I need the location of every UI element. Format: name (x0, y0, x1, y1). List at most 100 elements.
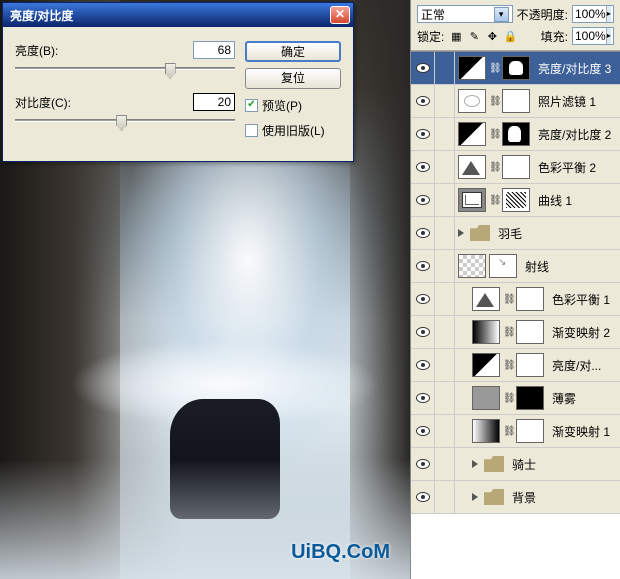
brightness-label: 亮度(B): (15, 42, 85, 59)
contrast-slider[interactable] (15, 115, 235, 135)
layer-row[interactable]: ⛓ 亮度/对... (411, 349, 620, 382)
chevron-down-icon: ▾ (494, 7, 509, 22)
eye-icon (416, 459, 430, 469)
contrast-input[interactable] (193, 93, 235, 111)
watermark: UiBQ.CoM (291, 541, 390, 564)
link-icon: ⛓ (489, 96, 499, 107)
ok-button[interactable]: 确定 (245, 41, 341, 62)
link-col (435, 316, 455, 348)
layer-row[interactable]: ⛓渐变映射 2 (411, 316, 620, 349)
link-icon: ⛓ (503, 360, 513, 371)
link-col (435, 118, 455, 150)
layer-name: 薄雾 (547, 390, 576, 407)
brightness-slider[interactable] (15, 63, 235, 83)
layer-name: 亮度/对比度 3 (533, 60, 611, 77)
expand-icon[interactable] (472, 460, 478, 468)
brightness-input[interactable] (193, 41, 235, 59)
layer-name: 渐变映射 1 (547, 423, 610, 440)
layer-name: 亮度/对比度 2 (533, 126, 611, 143)
link-col (435, 283, 455, 315)
layer-row[interactable]: ↘射线 (411, 250, 620, 283)
link-col (435, 184, 455, 216)
link-col (435, 52, 455, 84)
eye-icon (416, 360, 430, 370)
visibility-toggle[interactable] (411, 85, 435, 117)
visibility-toggle[interactable] (411, 448, 435, 480)
link-col (435, 85, 455, 117)
visibility-toggle[interactable] (411, 52, 435, 84)
visibility-toggle[interactable] (411, 481, 435, 513)
lock-label: 锁定: (417, 28, 444, 45)
layer-name: 亮度/对... (547, 357, 601, 374)
eye-icon (416, 294, 430, 304)
blend-mode-value: 正常 (421, 6, 445, 23)
preview-label: 预览(P) (262, 97, 302, 114)
eye-icon (416, 393, 430, 403)
lock-position-icon[interactable]: ✥ (484, 28, 500, 44)
layer-row[interactable]: 背景 (411, 481, 620, 514)
close-icon[interactable]: ✕ (330, 6, 350, 24)
layer-row[interactable]: ⛓亮度/对比度 3 (411, 52, 620, 85)
layer-row[interactable]: 骑士 (411, 448, 620, 481)
lock-transparency-icon[interactable]: ▦ (448, 28, 464, 44)
lock-buttons: ▦ ✎ ✥ 🔒 (448, 28, 518, 44)
opacity-input[interactable]: 100% ▸ (572, 5, 614, 23)
layers-panel: 正常 ▾ 不透明度: 100% ▸ 锁定: ▦ ✎ ✥ 🔒 填充: 100% ▸ (410, 0, 620, 579)
lock-all-icon[interactable]: 🔒 (502, 28, 518, 44)
layer-row[interactable]: 羽毛 (411, 217, 620, 250)
layer-name: 背景 (507, 489, 536, 506)
lock-pixels-icon[interactable]: ✎ (466, 28, 482, 44)
link-icon: ⛓ (489, 195, 499, 206)
visibility-toggle[interactable] (411, 184, 435, 216)
link-col (435, 217, 455, 249)
link-col (435, 151, 455, 183)
eye-icon (416, 63, 430, 73)
legacy-checkbox[interactable]: 使用旧版(L) (245, 122, 341, 139)
eye-icon (416, 195, 430, 205)
link-col (435, 349, 455, 381)
contrast-thumb[interactable] (116, 115, 127, 131)
preview-checkbox[interactable]: ✔ 预览(P) (245, 97, 341, 114)
eye-icon (416, 426, 430, 436)
expand-icon[interactable] (458, 229, 464, 237)
contrast-label: 对比度(C): (15, 94, 85, 111)
visibility-toggle[interactable] (411, 349, 435, 381)
brightness-thumb[interactable] (165, 63, 176, 79)
layer-name: 射线 (520, 258, 549, 275)
visibility-toggle[interactable] (411, 316, 435, 348)
layer-row[interactable]: ⛓ 照片滤镜 1 (411, 85, 620, 118)
visibility-toggle[interactable] (411, 151, 435, 183)
visibility-toggle[interactable] (411, 118, 435, 150)
eye-icon (416, 492, 430, 502)
reset-button[interactable]: 复位 (245, 68, 341, 89)
link-col (435, 250, 455, 282)
layer-row[interactable]: ⛓渐变映射 1 (411, 415, 620, 448)
chevron-right-icon: ▸ (606, 6, 611, 22)
dialog-title: 亮度/对比度 (6, 7, 330, 24)
eye-icon (416, 96, 430, 106)
check-icon: ✔ (245, 99, 258, 112)
link-col (435, 448, 455, 480)
visibility-toggle[interactable] (411, 283, 435, 315)
link-icon: ⛓ (503, 294, 513, 305)
fill-input[interactable]: 100% ▸ (572, 27, 614, 45)
layer-name: 照片滤镜 1 (533, 93, 596, 110)
layer-row[interactable]: ⛓色彩平衡 2 (411, 151, 620, 184)
fill-label: 填充: (541, 28, 568, 45)
layer-name: 渐变映射 2 (547, 324, 610, 341)
layer-row[interactable]: ⛓ 亮度/对比度 2 (411, 118, 620, 151)
visibility-toggle[interactable] (411, 217, 435, 249)
dialog-titlebar[interactable]: 亮度/对比度 ✕ (3, 3, 353, 27)
visibility-toggle[interactable] (411, 250, 435, 282)
layer-row[interactable]: ⛓薄雾 (411, 382, 620, 415)
link-col (435, 382, 455, 414)
layer-row[interactable]: ⛓曲线 1 (411, 184, 620, 217)
visibility-toggle[interactable] (411, 382, 435, 414)
visibility-toggle[interactable] (411, 415, 435, 447)
expand-icon[interactable] (472, 493, 478, 501)
layer-row[interactable]: ⛓色彩平衡 1 (411, 283, 620, 316)
folder-icon (484, 489, 504, 505)
link-icon: ⛓ (489, 129, 499, 140)
legacy-label: 使用旧版(L) (262, 122, 325, 139)
blend-mode-select[interactable]: 正常 ▾ (417, 5, 513, 23)
